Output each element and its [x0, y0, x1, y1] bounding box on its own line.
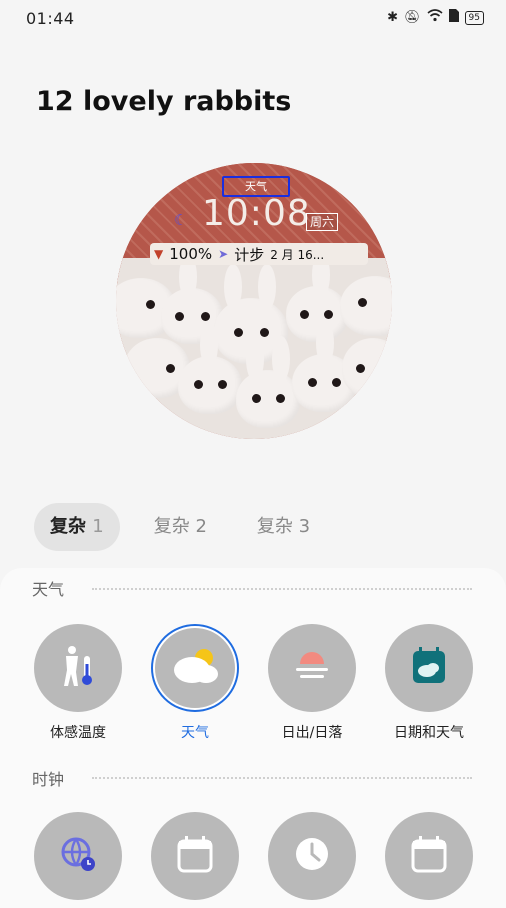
clock-icon — [292, 834, 332, 878]
watch-steps-label: 计步 — [234, 245, 265, 264]
date-weather-icon — [411, 647, 447, 689]
weather-icon — [170, 646, 220, 690]
option-clock[interactable] — [267, 812, 357, 900]
calendar-icon — [411, 835, 447, 877]
option-calendar[interactable] — [150, 812, 240, 900]
status-icons: ✱ 🔕︎ 95 — [387, 9, 484, 26]
watch-info-bar: ▼ 100% ➤ 计步 2 月 16... — [150, 243, 368, 265]
feels-like-temperature-icon — [58, 644, 98, 692]
option-date[interactable] — [384, 812, 474, 900]
mute-icon: 🔕︎ — [404, 10, 421, 25]
sim-icon — [448, 9, 459, 26]
option-date-and-weather[interactable]: 日期和天气 — [384, 624, 474, 742]
section-title-weather: 天气 — [32, 580, 65, 599]
section-divider — [92, 777, 472, 779]
watchface-preview[interactable]: 天气 ☾ 10:08 周六 ▼ 100% ➤ 计步 2 月 16... — [116, 163, 392, 439]
sunrise-sunset-icon — [290, 648, 334, 688]
tab-complex-3[interactable]: 复杂 3 — [241, 503, 326, 551]
carrot-icon: ▼ — [154, 247, 164, 261]
world-clock-icon — [58, 834, 98, 878]
moon-icon: ☾ — [174, 211, 188, 229]
watch-time: 10:08 — [202, 193, 311, 234]
battery-icon: 95 — [464, 10, 484, 25]
status-time: 01:44 — [26, 9, 75, 28]
option-sunrise-sunset[interactable]: 日出/日落 — [267, 624, 357, 742]
calendar-icon — [177, 835, 213, 877]
tab-complex-2[interactable]: 复杂 2 — [138, 503, 223, 551]
watch-date: 2 月 16... — [270, 247, 325, 262]
complication-tabs: 复杂 1 复杂 2 复杂 3 — [34, 503, 326, 551]
section-title-clock: 时钟 — [32, 770, 65, 789]
tab-complex-1[interactable]: 复杂 1 — [34, 503, 120, 551]
bluetooth-icon: ✱ — [387, 10, 399, 25]
option-world-clock[interactable] — [33, 812, 123, 900]
status-bar: 01:44 ✱ 🔕︎ 95 — [0, 0, 506, 36]
watch-weekday: 周六 — [306, 213, 339, 231]
option-feels-like-temperature[interactable]: 体感温度 — [33, 624, 123, 742]
option-weather[interactable]: 天气 — [150, 624, 240, 742]
rabbits-illustration — [116, 252, 392, 439]
watch-battery: 100% — [169, 245, 213, 263]
wifi-icon — [427, 9, 443, 26]
page-title: 12 lovely rabbits — [36, 86, 292, 117]
section-divider — [92, 588, 472, 590]
bird-icon: ➤ — [218, 247, 229, 261]
